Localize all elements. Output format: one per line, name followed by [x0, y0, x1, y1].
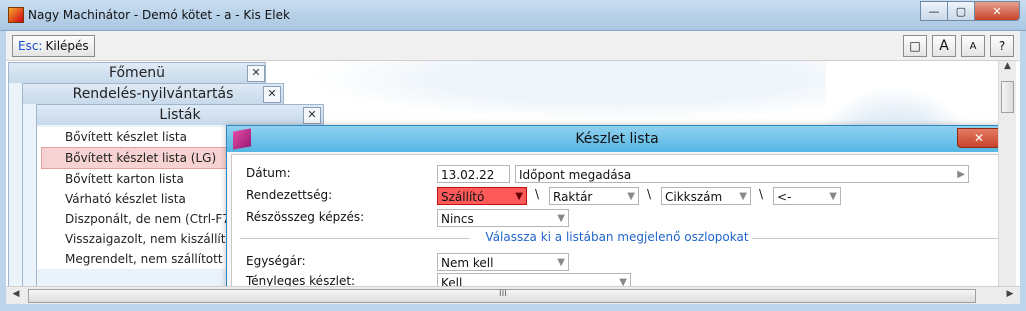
esc-shortcut-label: Esc: [18, 39, 43, 53]
sort-select-4[interactable]: <- ▼ [773, 187, 841, 205]
idopont-label: Időpont megadása [519, 168, 632, 182]
sort-select-3-value: Cikkszám [665, 190, 723, 204]
close-button[interactable]: ✕ [974, 1, 1020, 21]
keszlet-lista-dialog: Készlet lista ✕ Dátum: 13.02.22 Időpont … [226, 125, 1008, 292]
chevron-down-icon: ▼ [515, 191, 523, 202]
sort-select-4-value: <- [777, 190, 792, 204]
chevron-down-icon: ▼ [627, 191, 635, 202]
panel-rendeles-close-icon[interactable]: ✕ [263, 86, 281, 103]
scroll-up-icon[interactable]: ▲ [999, 61, 1016, 77]
scroll-grip: III [499, 289, 507, 299]
window-title: Nagy Machinátor - Demó kötet - a - Kis E… [28, 8, 290, 22]
panel-fomenu-close-icon[interactable]: ✕ [247, 65, 265, 82]
datum-label: Dátum: [246, 166, 291, 180]
toolbar: Esc: Kilépés □ A A ? [6, 31, 1020, 61]
scroll-left-icon[interactable]: ◀ [8, 289, 24, 299]
egysegar-label: Egységár: [246, 254, 306, 268]
sort-select-3[interactable]: Cikkszám ▼ [661, 187, 751, 205]
layout-button[interactable]: □ [903, 35, 927, 57]
dialog-title-bar: Készlet lista ✕ [227, 126, 1007, 152]
sort-select-1-value: Szállító [441, 190, 485, 204]
dialog-body: Dátum: 13.02.22 Időpont megadása ▶ Rende… [231, 154, 1003, 291]
panel-listak-close-icon[interactable]: ✕ [303, 107, 321, 124]
reszosszeg-value: Nincs [441, 212, 474, 226]
scroll-right-icon[interactable]: ▶ [1002, 289, 1018, 299]
horizontal-scrollbar[interactable]: ◀ III ▶ [6, 286, 1020, 304]
panel-fomenu-title[interactable]: Főmenü [9, 63, 265, 83]
panel-rendeles-title[interactable]: Rendelés-nyilvántartás [23, 84, 283, 104]
chevron-down-icon: ▼ [739, 191, 747, 202]
app-icon [8, 7, 24, 23]
exit-label: Kilépés [45, 39, 89, 53]
chevron-down-icon: ▼ [557, 257, 565, 268]
panel-listak-title[interactable]: Listák [37, 105, 323, 125]
vertical-scrollbar[interactable]: ▲ [998, 61, 1016, 286]
horizontal-scroll-thumb[interactable]: III [28, 289, 976, 303]
section-divider [752, 238, 1002, 239]
rendezettseg-label: Rendezettség: [246, 188, 333, 202]
sort-select-1[interactable]: Szállító ▼ [437, 187, 527, 205]
datum-input[interactable]: 13.02.22 [437, 165, 510, 183]
font-smaller-button[interactable]: A [961, 35, 985, 57]
vertical-scroll-thumb[interactable] [1001, 81, 1014, 113]
help-button[interactable]: ? [990, 35, 1014, 57]
toolbar-right: □ A A ? [903, 35, 1014, 57]
section-heading: Válassza ki a listában megjelenő oszlopo… [485, 230, 749, 244]
separator: \ [535, 187, 540, 201]
egysegar-select[interactable]: Nem kell ▼ [437, 253, 569, 271]
dialog-title: Készlet lista [575, 131, 659, 147]
chevron-down-icon: ▼ [557, 213, 565, 224]
sort-select-2-value: Raktár [553, 190, 593, 204]
sort-select-2[interactable]: Raktár ▼ [549, 187, 639, 205]
chevron-down-icon: ▼ [829, 191, 837, 202]
dialog-close-button[interactable]: ✕ [957, 128, 1001, 148]
font-larger-button[interactable]: A [932, 35, 956, 57]
reszosszeg-select[interactable]: Nincs ▼ [437, 209, 569, 227]
window-controls: — ▢ ✕ [920, 1, 1020, 21]
title-bar: Nagy Machinátor - Demó kötet - a - Kis E… [0, 0, 1026, 31]
idopont-button[interactable]: Időpont megadása ▶ [515, 165, 969, 183]
minimize-button[interactable]: — [920, 1, 948, 21]
reszosszeg-label: Részösszeg képzés: [246, 210, 365, 224]
exit-button[interactable]: Esc: Kilépés [12, 35, 95, 57]
separator: \ [647, 187, 652, 201]
egysegar-value: Nem kell [441, 256, 494, 270]
maximize-button[interactable]: ▢ [947, 1, 975, 21]
separator: \ [759, 187, 764, 201]
background-decoration [306, 61, 826, 121]
arrow-right-icon: ▶ [957, 169, 965, 180]
